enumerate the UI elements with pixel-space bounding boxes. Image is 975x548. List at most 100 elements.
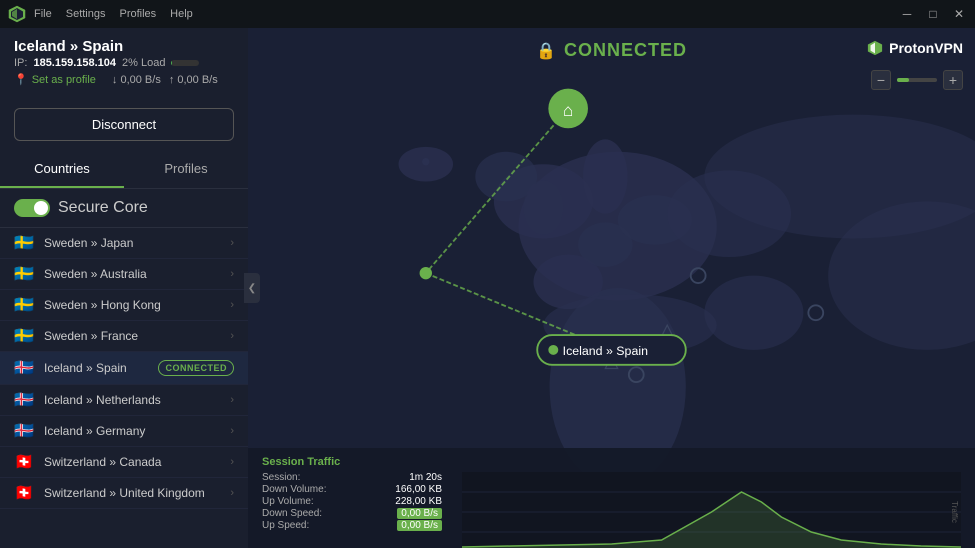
tab-countries[interactable]: Countries [0, 151, 124, 188]
menu-profiles[interactable]: Profiles [119, 8, 156, 20]
connected-text: CONNECTED [564, 40, 687, 61]
secure-core-label: Secure Core [58, 199, 148, 217]
secure-core-toggle[interactable] [14, 199, 50, 217]
list-item[interactable]: 🇸🇪 Sweden » France › [0, 321, 248, 352]
expand-icon: › [230, 487, 234, 499]
zoom-out-button[interactable]: − [871, 70, 891, 90]
country-name: Switzerland » Canada [44, 455, 230, 469]
connection-title: Iceland » Spain [14, 38, 234, 55]
expand-icon: › [230, 299, 234, 311]
minimize-button[interactable]: ─ [899, 6, 915, 22]
stat-down-speed: Down Speed: 0,00 B/s [262, 508, 442, 519]
expand-icon: › [230, 237, 234, 249]
connected-status: 🔒 CONNECTED [536, 40, 687, 61]
load-bar [171, 60, 199, 66]
window-controls: ─ □ ✕ [899, 6, 967, 22]
menu-help[interactable]: Help [170, 8, 193, 20]
ip-value: 185.159.158.104 [33, 57, 116, 69]
list-item[interactable]: 🇸🇪 Sweden » Australia › [0, 259, 248, 290]
session-value: 1m 20s [409, 472, 442, 483]
traffic-chart: Traffic [462, 472, 961, 548]
close-button[interactable]: ✕ [951, 6, 967, 22]
expand-icon: › [230, 268, 234, 280]
expand-icon: › [230, 330, 234, 342]
country-name: Iceland » Netherlands [44, 393, 230, 407]
zoom-controls: − + [871, 70, 963, 90]
zoom-in-button[interactable]: + [943, 70, 963, 90]
up-speed-display: ↑ 0,00 B/s [169, 74, 218, 86]
profile-link-label: Set as profile [32, 74, 96, 86]
list-item-connected[interactable]: 🇮🇸 Iceland » Spain CONNECTED [0, 352, 248, 385]
session-stats: Session: 1m 20s Down Volume: 166,00 KB U… [262, 472, 442, 548]
up-speed-value: 0,00 B/s [397, 520, 442, 531]
zoom-slider[interactable] [897, 78, 937, 82]
stat-up-vol: Up Volume: 228,00 KB [262, 496, 442, 507]
up-speed-label: Up Speed: [262, 520, 309, 531]
session-title: Session Traffic [262, 456, 961, 468]
speed-display: ↓ 0,00 B/s [112, 74, 161, 86]
brand-name: ProtonVPN [889, 40, 963, 56]
country-name: Sweden » Australia [44, 267, 230, 281]
load-bar-fill [171, 60, 172, 66]
country-name: Iceland » Germany [44, 424, 230, 438]
flag-sweden-hongkong: 🇸🇪 [14, 298, 34, 312]
list-item[interactable]: 🇸🇪 Sweden » Japan › [0, 228, 248, 259]
session-content: Session: 1m 20s Down Volume: 166,00 KB U… [262, 472, 961, 548]
list-item[interactable]: 🇨🇭 Switzerland » United Kingdom › [0, 478, 248, 509]
protonvpn-icon [867, 40, 883, 56]
menu-settings[interactable]: Settings [66, 8, 106, 20]
country-list[interactable]: 🇸🇪 Sweden » Japan › 🇸🇪 Sweden » Australi… [0, 228, 248, 548]
flag-iceland-spain: 🇮🇸 [14, 361, 34, 375]
up-vol-value: 228,00 KB [395, 496, 442, 507]
toggle-knob [34, 201, 48, 215]
flag-iceland-germany: 🇮🇸 [14, 424, 34, 438]
disconnect-button[interactable]: Disconnect [14, 108, 234, 141]
titlebar: File Settings Profiles Help ─ □ ✕ [0, 0, 975, 28]
session-label: Session: [262, 472, 300, 483]
stat-down-vol: Down Volume: 166,00 KB [262, 484, 442, 495]
profile-link[interactable]: 📍 Set as profile ↓ 0,00 B/s ↑ 0,00 B/s [14, 73, 234, 86]
ip-label: IP: [14, 57, 27, 69]
pin-icon: 📍 [14, 73, 28, 86]
session-panel: Session Traffic Session: 1m 20s Down Vol… [248, 448, 975, 548]
down-speed-value: 0,00 B/s [397, 508, 442, 519]
maximize-button[interactable]: □ [925, 6, 941, 22]
country-name: Sweden » Japan [44, 236, 230, 250]
menu-file[interactable]: File [34, 8, 52, 20]
country-name: Iceland » Spain [44, 361, 158, 375]
down-speed-label: Down Speed: [262, 508, 322, 519]
down-vol-label: Down Volume: [262, 484, 326, 495]
flag-iceland-netherlands: 🇮🇸 [14, 393, 34, 407]
lock-icon: 🔒 [536, 41, 556, 61]
list-item[interactable]: 🇮🇸 Iceland » Germany › [0, 416, 248, 447]
up-vol-label: Up Volume: [262, 496, 314, 507]
chart-label: Traffic [950, 501, 959, 523]
sidebar-collapse-button[interactable]: ❮ [244, 273, 260, 303]
expand-icon: › [230, 394, 234, 406]
brand-logo: ProtonVPN [867, 40, 963, 56]
stat-up-speed: Up Speed: 0,00 B/s [262, 520, 442, 531]
svg-text:Iceland » Spain: Iceland » Spain [563, 344, 648, 358]
country-name: Sweden » Hong Kong [44, 298, 230, 312]
flag-sweden-japan: 🇸🇪 [14, 236, 34, 250]
country-name: Sweden » France [44, 329, 230, 343]
list-item[interactable]: 🇮🇸 Iceland » Netherlands › [0, 385, 248, 416]
tabs: Countries Profiles [0, 151, 248, 189]
map-area: ⌂ Iceland » Spain 🔒 CONNECTED ProtonVPN [248, 28, 975, 548]
flag-sweden-france: 🇸🇪 [14, 329, 34, 343]
expand-icon: › [230, 425, 234, 437]
stat-session: Session: 1m 20s [262, 472, 442, 483]
expand-icon: › [230, 456, 234, 468]
main-layout: Iceland » Spain IP: 185.159.158.104 2% L… [0, 28, 975, 548]
tab-profiles[interactable]: Profiles [124, 151, 248, 188]
sidebar: Iceland » Spain IP: 185.159.158.104 2% L… [0, 28, 248, 548]
list-item[interactable]: 🇨🇭 Switzerland » Canada › [0, 447, 248, 478]
flag-sweden-australia: 🇸🇪 [14, 267, 34, 281]
list-item[interactable]: 🇸🇪 Sweden » Hong Kong › [0, 290, 248, 321]
chart-svg [462, 472, 961, 548]
svg-text:⌂: ⌂ [563, 100, 573, 120]
down-vol-value: 166,00 KB [395, 484, 442, 495]
app-logo-icon [8, 5, 26, 23]
secure-core-row: Secure Core [0, 189, 248, 228]
connected-badge: CONNECTED [158, 360, 234, 376]
